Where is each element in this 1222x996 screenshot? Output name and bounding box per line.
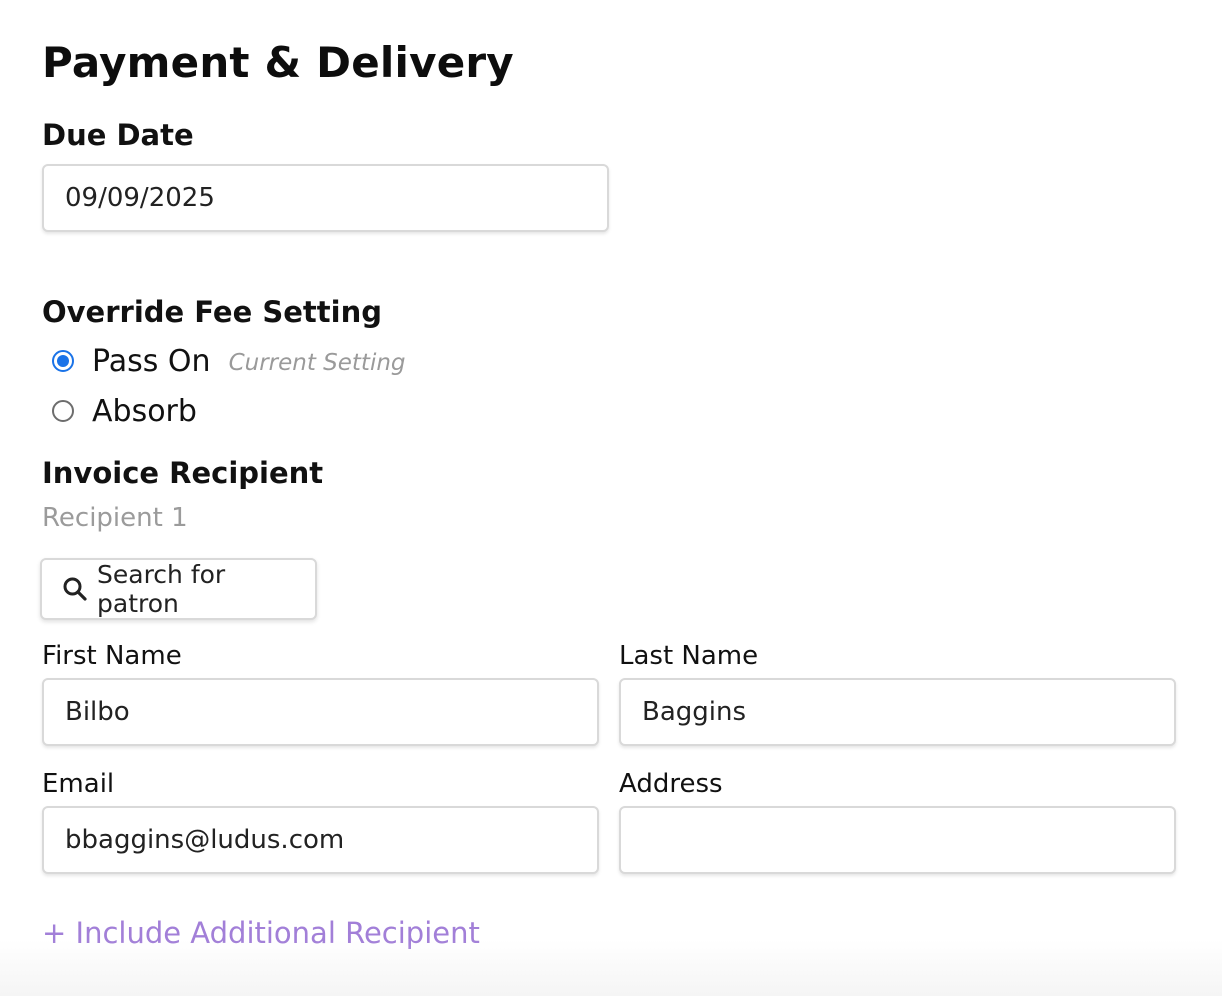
email-label: Email xyxy=(42,769,115,799)
search-patron-label: Search for patron xyxy=(97,560,226,618)
absorb-label[interactable]: Absorb xyxy=(92,394,197,429)
email-input[interactable]: bbaggins@ludus.com xyxy=(42,806,599,874)
address-input[interactable] xyxy=(619,806,1176,874)
absorb-radio[interactable] xyxy=(52,400,74,422)
due-date-input[interactable]: 09/09/2025 xyxy=(42,164,609,232)
first-name-label: First Name xyxy=(42,641,182,671)
search-patron-button[interactable]: Search for patron xyxy=(40,558,317,620)
payment-delivery-form: Payment & Delivery Due Date 09/09/2025 O… xyxy=(0,0,1222,996)
last-name-input[interactable]: Baggins xyxy=(619,678,1176,746)
page-title: Payment & Delivery xyxy=(42,38,514,87)
include-additional-recipient-link[interactable]: + Include Additional Recipient xyxy=(42,916,480,950)
search-icon xyxy=(63,577,87,601)
current-setting-hint: Current Setting xyxy=(228,350,406,376)
first-name-input[interactable]: Bilbo xyxy=(42,678,599,746)
fee-option-pass-on[interactable]: Pass On Current Setting xyxy=(52,341,406,381)
address-label: Address xyxy=(619,769,723,799)
last-name-label: Last Name xyxy=(619,641,759,671)
invoice-recipient-label: Invoice Recipient xyxy=(42,456,324,490)
pass-on-label[interactable]: Pass On xyxy=(92,344,211,379)
fee-option-absorb[interactable]: Absorb xyxy=(52,391,197,431)
due-date-label: Due Date xyxy=(42,118,194,152)
fee-setting-label: Override Fee Setting xyxy=(42,295,382,329)
pass-on-radio[interactable] xyxy=(52,350,74,372)
recipient-subtitle: Recipient 1 xyxy=(42,503,188,533)
